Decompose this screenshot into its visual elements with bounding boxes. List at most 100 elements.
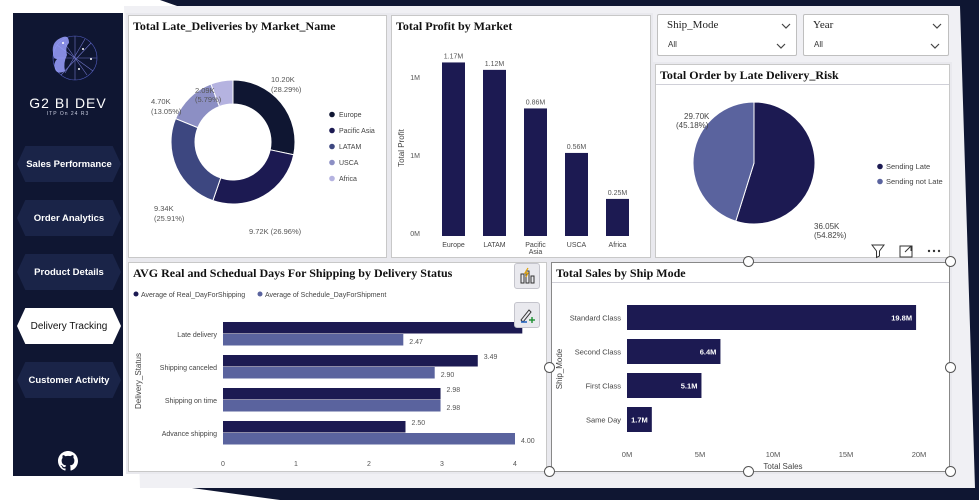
chart-title-sales-ship-mode: Total Sales by Ship Mode — [556, 266, 686, 280]
y-tick-label: 1M — [410, 75, 420, 82]
chart-title-shipping-days: AVG Real and Schedual Days For Shipping … — [133, 266, 453, 280]
card-profit-by-market: Total Profit by Market Total Profit 0M 1M 1… — [391, 15, 651, 258]
x-tick-label: 15M — [839, 450, 854, 459]
legend-label: USCA — [339, 160, 359, 167]
y-tick-label: 1M — [410, 153, 420, 160]
donut-chart: 10.20K(28.29%) 9.72K (26.96%) 9.34K(25.91%… — [151, 75, 375, 236]
more-options-icon[interactable] — [924, 241, 944, 261]
nav-product-details[interactable]: Product Details — [17, 254, 121, 290]
card-sales-by-ship-mode[interactable]: Total Sales by Ship Mode Ship_Mode Standa… — [551, 262, 950, 472]
bar-data-label: 6.4M — [700, 348, 717, 357]
y-tick-label: 0M — [410, 231, 420, 238]
chevron-down-icon[interactable] — [932, 21, 942, 31]
nav-order-analytics[interactable]: Order Analytics — [17, 200, 121, 236]
resize-handle[interactable] — [743, 256, 754, 267]
card-shipping-days: AVG Real and Schedual Days For Shipping … — [128, 262, 547, 472]
shipping-days-bar-chart: Average of Real_DayForShipping Average of… — [133, 291, 535, 468]
format-visual-button[interactable] — [514, 302, 540, 328]
donut-data-label-pct: (13.05%) — [151, 107, 182, 116]
legend-marker — [329, 111, 335, 118]
resize-handle[interactable] — [544, 362, 555, 373]
resize-handle[interactable] — [544, 466, 555, 477]
pie-data-label-pct: (54.82%) — [814, 231, 847, 240]
bar-data-label: 1.7M — [631, 416, 648, 425]
bar-0-late-delivery — [223, 322, 523, 334]
x-tick-label: Africa — [609, 242, 627, 249]
x-tick-label: 3 — [440, 461, 444, 468]
chevron-down-icon[interactable] — [781, 21, 791, 31]
y-tick-label: Late delivery — [177, 332, 217, 339]
bar-data-label: 4.00 — [521, 438, 535, 445]
y-axis-title: Total Profit — [397, 128, 406, 167]
nav-sales-performance[interactable]: Sales Performance — [17, 146, 121, 182]
x-tick-label: 4 — [513, 461, 517, 468]
resize-handle[interactable] — [945, 362, 956, 373]
brand-tagline: ITP On 24 R3 — [46, 111, 90, 117]
bar-data-label: 2.50 — [412, 420, 426, 427]
y-tick-label: First Class — [586, 382, 622, 391]
legend-marker — [329, 175, 335, 182]
donut-slice-latam — [170, 117, 222, 202]
resize-handle[interactable] — [743, 466, 754, 477]
nav-customer-activity[interactable]: Customer Activity — [17, 362, 121, 398]
legend-marker — [257, 291, 263, 297]
slicer-year-value[interactable]: All — [814, 40, 823, 49]
brand-name: G2 BI DEV — [29, 95, 107, 111]
focus-mode-icon[interactable] — [896, 241, 916, 261]
bar-data-label: 1.12M — [485, 61, 505, 68]
chevron-down-icon[interactable] — [776, 41, 786, 51]
slicer-year[interactable]: Year All — [803, 14, 949, 56]
legend-marker — [877, 178, 883, 185]
x-tick-label: 1 — [294, 461, 298, 468]
resize-handle[interactable] — [945, 466, 956, 477]
donut-data-label-pct: (25.91%) — [154, 214, 185, 223]
slicer-ship-mode-label: Ship_Mode — [667, 19, 719, 31]
bar-0-shipping-on-time — [223, 388, 441, 400]
bar-data-label: 19.8M — [891, 314, 912, 323]
card-late-deliveries: Total Late_Deliveries by Market_Name 10.… — [128, 15, 387, 258]
bar-data-label: 2.98 — [447, 405, 461, 412]
filter-icon[interactable] — [868, 241, 888, 261]
donut-slice-pacific-asia — [212, 149, 295, 205]
chevron-down-icon[interactable] — [930, 41, 940, 51]
bar-latam — [483, 69, 506, 236]
x-tick-label: 2 — [367, 461, 371, 468]
donut-data-label: 9.72K (26.96%) — [249, 227, 302, 236]
donut-data-label-pct: (5.79%) — [195, 95, 222, 104]
x-tick-label: Asia — [529, 249, 543, 256]
legend-label: Average of Real_DayForShipping — [141, 292, 245, 299]
legend-marker — [329, 159, 335, 166]
pie-data-label: 36.05K — [814, 222, 840, 231]
legend-marker — [329, 143, 335, 150]
x-tick-label: 0M — [622, 450, 632, 459]
x-tick-label: LATAM — [483, 242, 505, 249]
legend-marker — [329, 127, 335, 134]
bar-1-shipping-on-time — [223, 400, 441, 412]
x-tick-label: Pacific — [525, 242, 546, 249]
visualization-type-button[interactable] — [514, 263, 540, 289]
y-tick-label: Same Day — [586, 416, 621, 425]
bar-1-advance-shipping — [223, 433, 515, 445]
x-tick-label: USCA — [567, 242, 587, 249]
legend-label: Europe — [339, 112, 362, 119]
sidebar: G2 BI DEV ITP On 24 R3 Sales Performance… — [13, 13, 123, 476]
bar-1-shipping-canceled — [223, 367, 435, 379]
legend-marker — [877, 163, 883, 170]
donut-data-label: 10.20K — [271, 75, 295, 84]
card-order-late-risk: Total Order by Late Delivery_Risk 36.05K… — [655, 64, 950, 258]
nav-delivery-tracking[interactable]: Delivery Tracking — [17, 308, 121, 344]
sales-ship-mode-bar-chart: Ship_Mode Standard Class 19.8M Second Class… — [555, 305, 926, 471]
x-tick-label: Europe — [442, 242, 465, 249]
pie-data-label-pct: (45.18%) — [676, 121, 709, 130]
slicer-ship-mode-value[interactable]: All — [668, 40, 677, 49]
legend-label: Sending not Late — [886, 177, 943, 186]
slicer-ship-mode[interactable]: Ship_Mode All — [657, 14, 797, 56]
chart-title-late-deliveries: Total Late_Deliveries by Market_Name — [133, 19, 336, 33]
donut-data-label: 2.09K — [195, 86, 215, 95]
y-tick-label: Shipping on time — [165, 398, 217, 405]
y-axis-title: Ship_Mode — [555, 348, 564, 389]
github-icon[interactable] — [58, 451, 78, 471]
y-tick-label: Second Class — [575, 348, 622, 357]
donut-data-label-pct: (28.29%) — [271, 85, 302, 94]
x-tick-label: 0 — [221, 461, 225, 468]
